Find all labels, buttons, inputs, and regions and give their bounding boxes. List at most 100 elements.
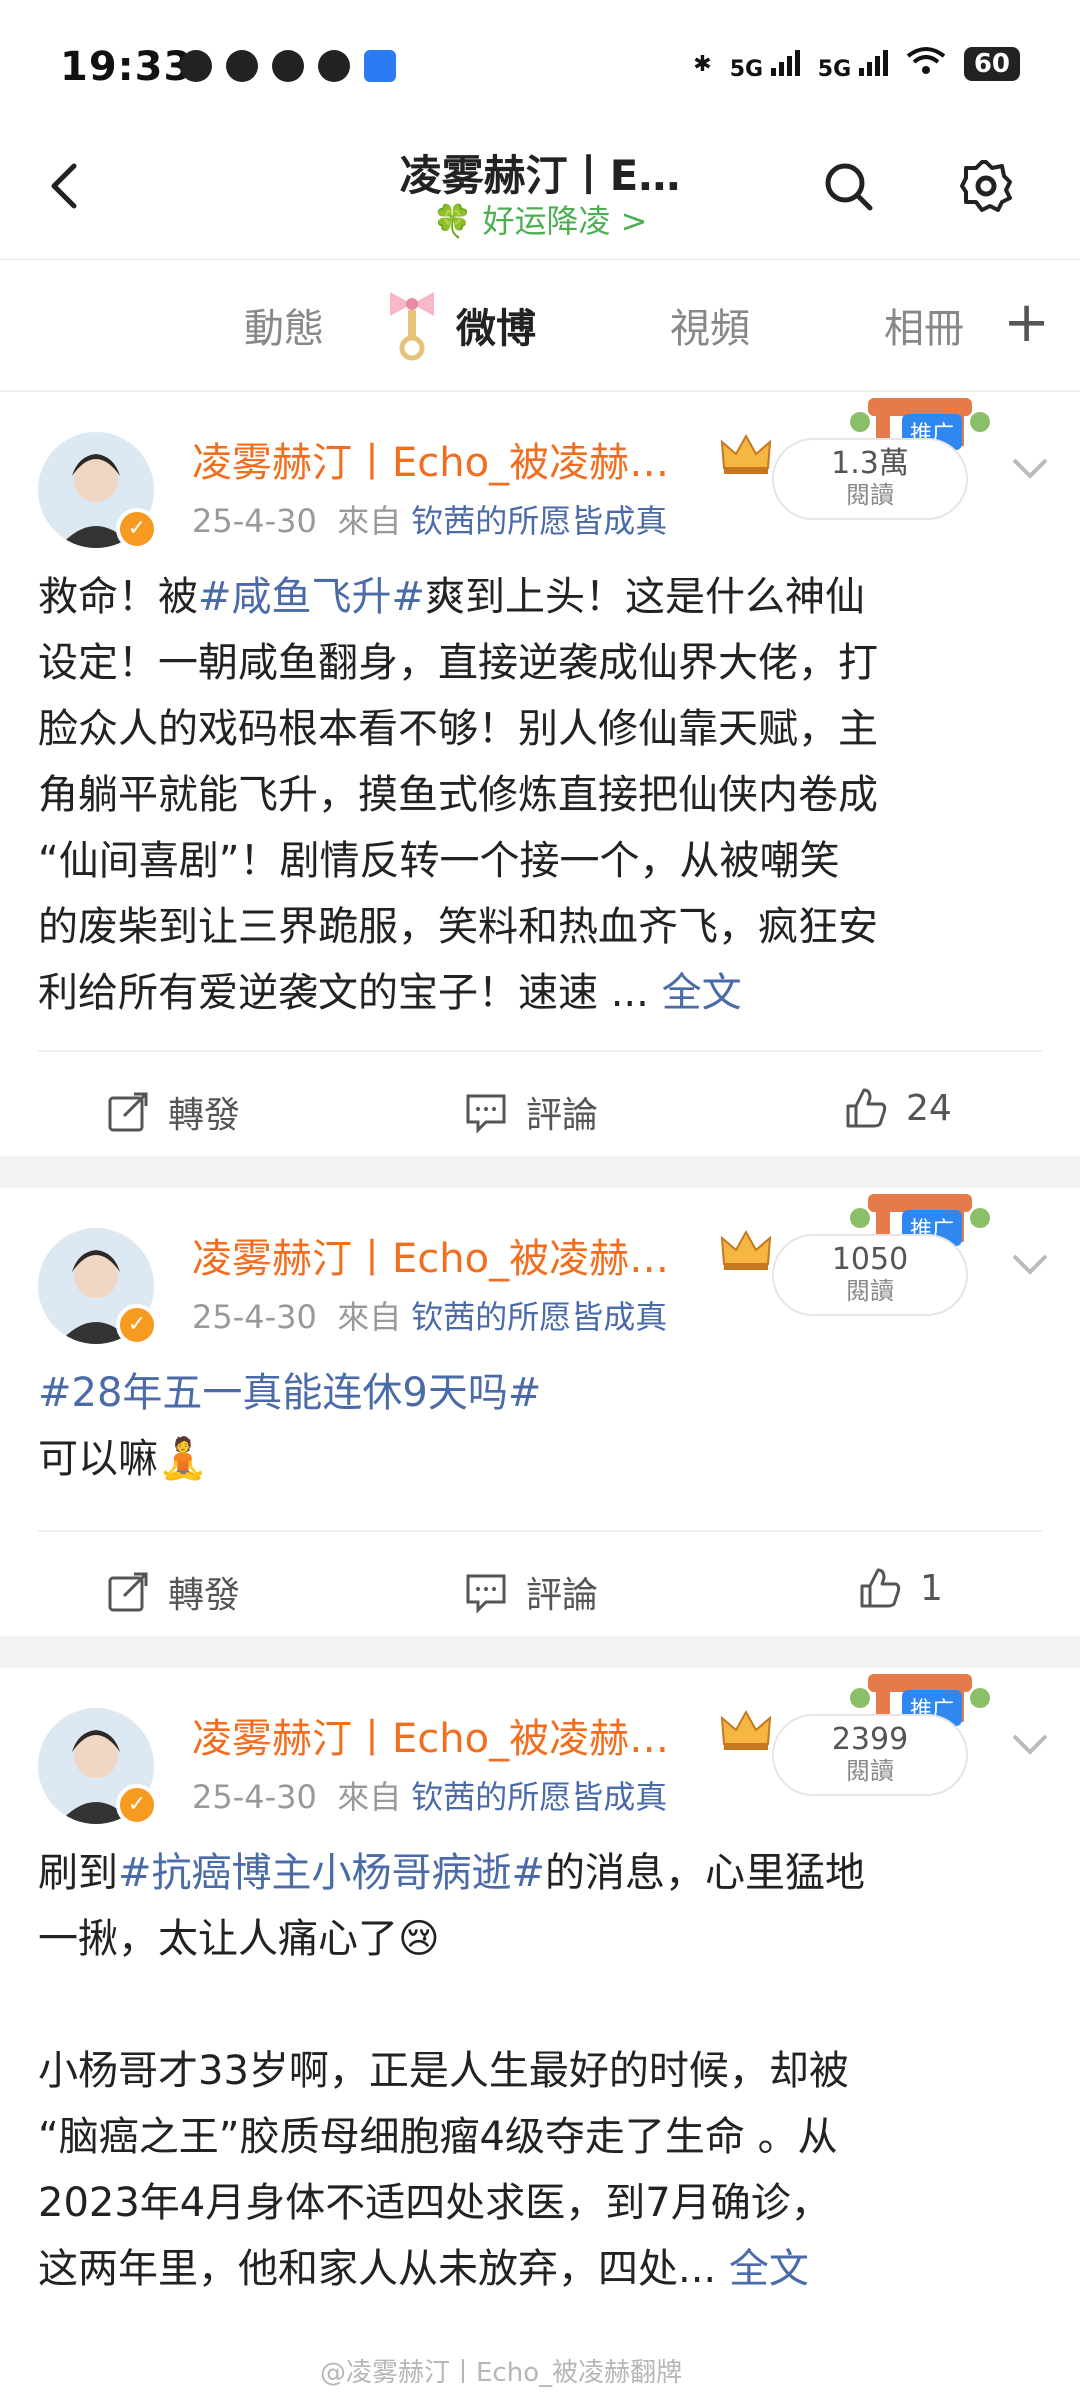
like-count: 1 (920, 1567, 943, 1609)
read-count-badge: 1050 閱讀 (772, 1234, 968, 1316)
search-icon[interactable] (818, 156, 878, 216)
post-text: 刷到#抗癌博主小杨哥病逝#的消息，心里猛地 一揪，太让人痛心了😢 小杨哥才33岁… (38, 1840, 1048, 2302)
watermark: @凌雾赫汀丨Echo_被凌赫翻牌 (320, 2358, 683, 2388)
comment-label: 評論 (526, 1095, 599, 1136)
weibo-notification-icon (226, 50, 258, 82)
post-line: 救命！被#咸鱼飞升#爽到上头！这是什么神仙 (38, 574, 866, 620)
read-label: 閱讀 (846, 1277, 894, 1305)
message-notification-icon (364, 50, 396, 82)
tiktok-notification-icon (272, 50, 304, 82)
like-button[interactable]: 1 (858, 1566, 943, 1610)
plus-icon[interactable]: + (1003, 290, 1050, 355)
gear-icon[interactable] (956, 156, 1016, 216)
crown-icon (720, 433, 772, 474)
comment-label: 評論 (526, 1575, 599, 1616)
post-card[interactable]: ✓ 凌雾赫汀丨Echo_被凌赫… 25-4-30 來自 钦茜的所愿皆成真 推广 1… (0, 392, 1080, 1156)
wifi-icon (906, 46, 946, 82)
post-line: 角躺平就能飞升，摸鱼式修炼直接把仙侠内卷成 (38, 772, 878, 818)
comment-button[interactable]: 評論 (464, 1086, 598, 1138)
status-app-icons (180, 50, 396, 82)
chevron-down-icon[interactable] (1010, 454, 1050, 482)
post-line: 利给所有爱逆袭文的宝子！速速 ... 全文 (38, 970, 742, 1016)
post-from-label: 來自 (337, 1778, 402, 1816)
post-from-label: 來自 (337, 1298, 402, 1336)
repost-button[interactable]: 轉發 (106, 1566, 240, 1618)
status-bar: 19:33 ✱ 5G 5G 60 (0, 0, 1080, 120)
bluetooth-icon: ✱ (693, 51, 712, 77)
tab-albums[interactable]: 相冊 (884, 296, 964, 354)
read-more-link[interactable]: 全文 (729, 2246, 809, 2292)
read-count: 1050 (831, 1242, 909, 1277)
qq-notification-icon (318, 50, 350, 82)
page-title: 凌雾赫汀丨E… (399, 151, 681, 200)
profile-header: 凌雾赫汀丨E… 🍀 好运降凌 > (0, 120, 1080, 260)
read-label: 閱讀 (846, 1757, 894, 1785)
post-line: 脸众人的戏码根本看不够！别人修仙靠天赋，主 (38, 706, 878, 752)
post-actions: 轉發 評論 24 (0, 1056, 1080, 1156)
chevron-down-icon[interactable] (1010, 1250, 1050, 1278)
divider (38, 1050, 1042, 1052)
post-text: #28年五一真能连休9天吗# 可以嘛🧘 (38, 1360, 1048, 1492)
like-icon (860, 1568, 901, 1608)
read-more-link[interactable]: 全文 (662, 970, 742, 1016)
post-author[interactable]: 凌雾赫汀丨Echo_被凌赫… (192, 1706, 669, 1764)
post-date: 25-4-30 (192, 502, 317, 540)
post-date: 25-4-30 (192, 1298, 317, 1336)
post-source[interactable]: 钦茜的所愿皆成真 (411, 1778, 667, 1816)
post-actions: 轉發 評論 1 (0, 1536, 1080, 1636)
app-notification-icon (180, 50, 212, 82)
repost-icon (108, 1092, 148, 1132)
post-card[interactable]: ✓ 凌雾赫汀丨Echo_被凌赫… 25-4-30 來自 钦茜的所愿皆成真 推广 2… (0, 1668, 1080, 2400)
status-time: 19:33 (60, 44, 193, 90)
read-count-badge: 1.3萬 閱讀 (772, 438, 968, 520)
post-line: 一揪，太让人痛心了😢 (38, 1916, 440, 1962)
tab-dynamics[interactable]: 動態 (244, 296, 324, 354)
post-meta: 25-4-30 來自 钦茜的所愿皆成真 (192, 496, 667, 542)
repost-button[interactable]: 轉發 (106, 1086, 240, 1138)
signal-2: 5G (818, 46, 888, 82)
repost-label: 轉發 (168, 1575, 241, 1616)
like-icon (846, 1088, 887, 1128)
tab-weibo[interactable]: 微博 (456, 296, 536, 354)
post-card[interactable]: ✓ 凌雾赫汀丨Echo_被凌赫… 25-4-30 來自 钦茜的所愿皆成真 推广 1… (0, 1188, 1080, 1636)
post-author[interactable]: 凌雾赫汀丨Echo_被凌赫… (192, 430, 669, 488)
hashtag-link[interactable]: #咸鱼飞升# (198, 574, 425, 620)
read-label: 閱讀 (846, 481, 894, 509)
post-line: “脑癌之王”胶质母细胞瘤4级夺走了生命 。从 (38, 2114, 838, 2160)
post-line: #28年五一真能连休9天吗# (38, 1360, 1048, 1426)
post-line: 小杨哥才33岁啊，正是人生最好的时候，却被 (38, 2048, 849, 2094)
like-button[interactable]: 24 (844, 1086, 952, 1130)
hashtag-link[interactable]: #抗癌博主小杨哥病逝# (118, 1850, 545, 1896)
post-meta: 25-4-30 來自 钦茜的所愿皆成真 (192, 1772, 667, 1818)
chevron-down-icon[interactable] (1010, 1730, 1050, 1758)
post-source[interactable]: 钦茜的所愿皆成真 (411, 502, 667, 540)
post-text: 救命！被#咸鱼飞升#爽到上头！这是什么神仙 设定！一朝咸鱼翻身，直接逆袭成仙界大… (38, 564, 1048, 1026)
status-right: ✱ 5G 5G 60 (693, 46, 1020, 82)
post-source[interactable]: 钦茜的所愿皆成真 (411, 1298, 667, 1336)
post-line: 可以嘛🧘 (38, 1436, 208, 1482)
post-line: 这两年里，他和家人从未放弃，四处... 全文 (38, 2246, 809, 2292)
read-count-badge: 2399 閱讀 (772, 1714, 968, 1796)
comment-button[interactable]: 評論 (464, 1566, 598, 1618)
crown-icon (720, 1709, 772, 1750)
tab-videos[interactable]: 視頻 (670, 296, 750, 354)
crown-icon (720, 1229, 772, 1270)
profile-subtitle-link[interactable]: 🍀 好运降凌 > (0, 196, 1080, 242)
post-line: 2023年4月身体不适四处求医，到7月确诊， (38, 2180, 831, 2226)
post-meta: 25-4-30 來自 钦茜的所愿皆成真 (192, 1292, 667, 1338)
post-from-label: 來自 (337, 502, 402, 540)
post-author[interactable]: 凌雾赫汀丨Echo_被凌赫… (192, 1226, 669, 1284)
post-line (38, 1972, 1048, 2038)
comment-icon (466, 1574, 506, 1614)
post-date: 25-4-30 (192, 1778, 317, 1816)
repost-label: 轉發 (168, 1095, 241, 1136)
repost-icon (108, 1572, 148, 1612)
hashtag-link[interactable]: #28年五一真能连休9天吗# (38, 1370, 541, 1416)
divider (38, 1530, 1042, 1532)
post-line: 设定！一朝咸鱼翻身，直接逆袭成仙界大佬，打 (38, 640, 878, 686)
signal-1: 5G (730, 46, 800, 82)
post-line: 的废柴到让三界跪服，笑料和热血齐飞，疯狂安 (38, 904, 878, 950)
comment-icon (466, 1094, 506, 1134)
read-count: 1.3萬 (831, 446, 909, 481)
post-line: 刷到#抗癌博主小杨哥病逝#的消息，心里猛地 (38, 1850, 866, 1896)
